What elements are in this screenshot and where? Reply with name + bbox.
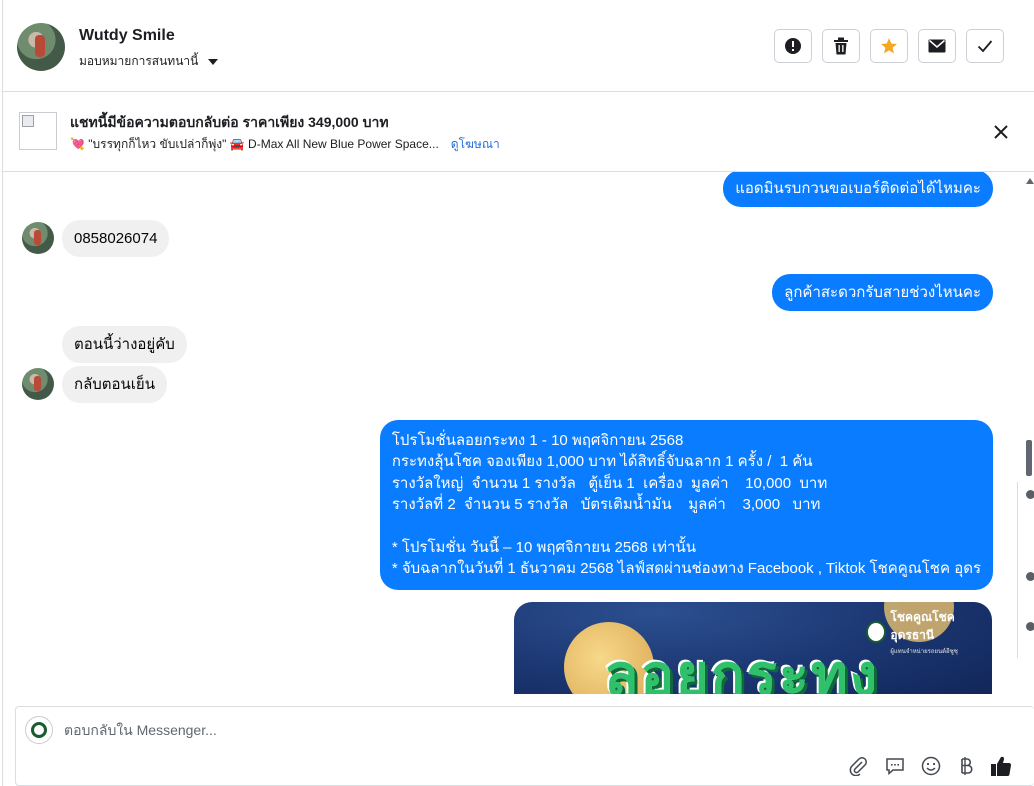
ad-subtitle: 💘 "บรรทุกก็ไหว ขับเปล่าก็พุ่ง" 🚘 D-Max A… [70, 137, 439, 151]
view-ad-link[interactable]: ดูโฆษณา [451, 135, 500, 154]
side-panel-edge [1017, 482, 1034, 658]
like-button[interactable] [989, 755, 1013, 777]
exclamation-circle-icon [785, 38, 801, 54]
ad-title: แชทนี้มีข้อความตอบกลับต่อ ราคาเพียง 349,… [70, 114, 389, 130]
panel-avatar-icon [1026, 490, 1034, 499]
ad-thumbnail[interactable] [19, 112, 57, 150]
request-payment-button[interactable] [954, 755, 978, 777]
message-incoming[interactable]: กลับตอนเย็น [62, 366, 167, 403]
mark-spam-button[interactable] [774, 29, 812, 63]
attach-file-button[interactable] [846, 755, 870, 777]
contact-avatar-small[interactable] [22, 222, 54, 254]
message-thread[interactable]: แอดมินรบกวนขอเบอร์ติดต่อได้ไหมคะ 0858026… [3, 172, 1025, 694]
panel-avatar-icon [1026, 622, 1034, 631]
reply-input[interactable] [64, 719, 964, 741]
brand-tagline: ผู้แทนจำหน่ายรถยนต์อีซูซุ [890, 649, 958, 655]
caret-down-icon [208, 58, 219, 65]
mark-done-button[interactable] [966, 29, 1004, 63]
scrollbar-thumb[interactable] [1026, 440, 1032, 476]
promotion-headline: ลอยกระทง [604, 643, 880, 694]
emoji-icon [921, 756, 941, 776]
message-incoming[interactable]: 0858026074 [62, 220, 170, 257]
close-icon[interactable] [991, 122, 1011, 142]
promotion-image[interactable]: โชคคูณโชค อุดรธานี ผู้แทนจำหน่ายรถยนต์อี… [514, 602, 992, 694]
paperclip-icon [849, 757, 867, 776]
page-avatar [25, 716, 53, 744]
delete-button[interactable] [822, 29, 860, 63]
message-composer [15, 706, 1034, 786]
brand-name: โชคคูณโชค อุดรธานี [890, 610, 955, 642]
brand-name-block: โชคคูณโชค อุดรธานี ผู้แทนจำหน่ายรถยนต์อี… [890, 608, 992, 656]
assign-conversation-dropdown[interactable]: มอบหมายการสนทนานี้ [79, 52, 219, 71]
message-outgoing[interactable]: แอดมินรบกวนขอเบอร์ติดต่อได้ไหมคะ [723, 172, 993, 207]
ad-subtitle-row: 💘 "บรรทุกก็ไหว ขับเปล่าก็พุ่ง" 🚘 D-Max A… [70, 135, 500, 154]
message-outgoing[interactable]: ลูกค้าสะดวกรับสายช่วงไหนคะ [772, 274, 993, 311]
assign-label: มอบหมายการสนทนานี้ [79, 54, 199, 68]
saved-replies-button[interactable] [883, 755, 907, 777]
message-outgoing-promotion[interactable]: โปรโมชั่นลอยกระทง 1 - 10 พฤศจิกายน 2568 … [379, 420, 993, 590]
contact-avatar[interactable] [17, 23, 65, 71]
baht-payment-icon [961, 757, 973, 775]
saved-reply-icon [886, 758, 904, 776]
ad-context-banner: แชทนี้มีข้อความตอบกลับต่อ ราคาเพียง 349,… [3, 92, 1034, 172]
contact-name[interactable]: Wutdy Smile [79, 27, 175, 45]
thumbs-up-icon [991, 756, 1012, 776]
message-incoming[interactable]: ตอนนี้ว่างอยู่คับ [62, 326, 187, 363]
trash-icon [834, 37, 848, 55]
checkmark-icon [977, 40, 993, 53]
emoji-button[interactable] [919, 755, 943, 777]
envelope-icon [928, 39, 946, 53]
conversation-header: Wutdy Smile มอบหมายการสนทนานี้ [3, 0, 1034, 92]
star-button[interactable] [870, 29, 908, 63]
brand-logo-block: โชคคูณโชค อุดรธานี ผู้แทนจำหน่ายรถยนต์อี… [866, 608, 992, 656]
star-icon [881, 38, 897, 54]
panel-avatar-icon [1026, 572, 1034, 581]
contact-avatar-small[interactable] [22, 368, 54, 400]
mark-unread-button[interactable] [918, 29, 956, 63]
scroll-up-arrow-icon[interactable] [1026, 178, 1034, 184]
